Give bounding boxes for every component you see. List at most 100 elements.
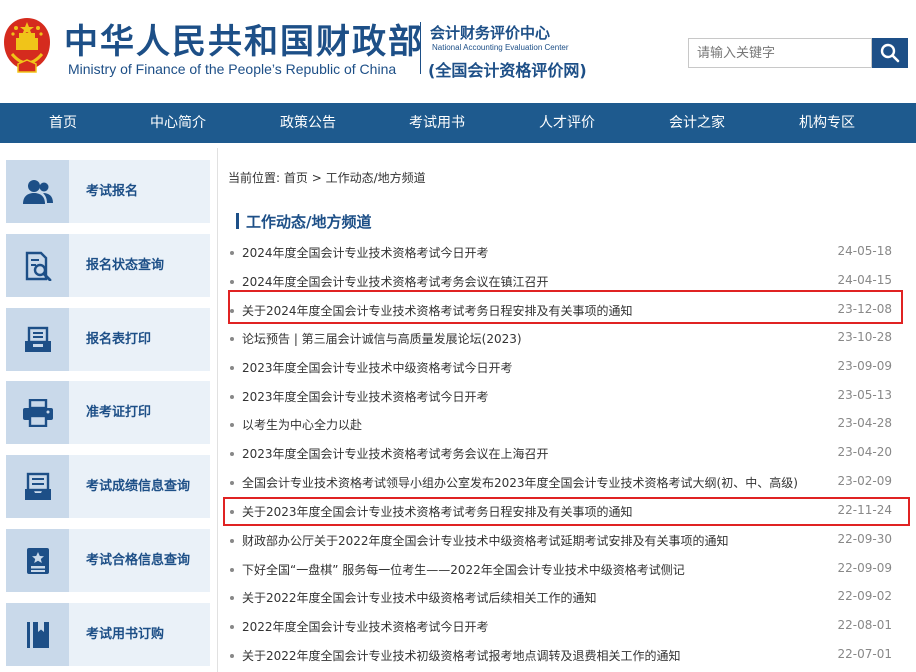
bullet-icon: [230, 452, 234, 456]
sidebar-item-form-print[interactable]: 报名表打印: [6, 308, 210, 371]
bullet-icon: [230, 481, 234, 485]
sidebar-item-label: 报名表打印: [86, 332, 152, 347]
content-divider: [217, 148, 218, 672]
breadcrumb-current[interactable]: 工作动态/地方频道: [326, 171, 426, 185]
bullet-icon: [230, 568, 234, 572]
sidebar-item-score-query[interactable]: 考试成绩信息查询: [6, 455, 210, 518]
list-item[interactable]: 2023年度全国会计专业技术资格考试考务会议在上海召开 23-04-20: [228, 439, 896, 467]
search-button[interactable]: [872, 38, 908, 68]
news-date: 22-08-01: [837, 618, 892, 632]
center-name-cn: 会计财务评价中心: [430, 24, 551, 42]
news-title-link[interactable]: 论坛预告 | 第三届会计诚信与高质量发展论坛(2023): [242, 330, 824, 347]
ministry-name-cn: 中华人民共和国财政部: [64, 22, 424, 62]
tray-icon: [6, 308, 69, 371]
list-item[interactable]: 财政部办公厅关于2022年度全国会计专业技术中级资格考试延期考试安排及有关事项的…: [228, 526, 896, 554]
bullet-icon: [230, 423, 234, 427]
printer-icon: [6, 381, 69, 444]
bullet-icon: [230, 309, 234, 313]
sidebar-item-label: 考试报名: [86, 184, 139, 199]
list-item[interactable]: 2022年度全国会计专业技术资格考试今日开考 22-08-01: [228, 612, 896, 640]
nav-item-home-of-accounting[interactable]: 会计之家: [654, 103, 740, 143]
sidebar-item-exam-registration[interactable]: 考试报名: [6, 160, 210, 223]
news-title-link[interactable]: 2023年度全国会计专业技术资格考试考务会议在上海召开: [242, 445, 824, 462]
news-date: 24-04-15: [837, 273, 892, 287]
bullet-icon: [230, 366, 234, 370]
nav-item-about[interactable]: 中心简介: [135, 103, 221, 143]
ministry-name-en: Ministry of Finance of the People’s Repu…: [68, 61, 397, 77]
news-title-link[interactable]: 2023年度全国会计专业技术资格考试今日开考: [242, 388, 824, 405]
sidebar-item-status-query[interactable]: 报名状态查询: [6, 234, 210, 297]
news-title-link[interactable]: 2024年度全国会计专业技术资格考试今日开考: [242, 244, 824, 261]
site-header: 中华人民共和国财政部 Ministry of Finance of the Pe…: [0, 0, 916, 103]
news-title-link[interactable]: 财政部办公厅关于2022年度全国会计专业技术中级资格考试延期考试安排及有关事项的…: [242, 532, 824, 549]
bullet-icon: [230, 251, 234, 255]
national-emblem-icon: [2, 14, 52, 76]
news-title-link[interactable]: 2022年度全国会计专业技术资格考试今日开考: [242, 618, 824, 635]
sidebar-item-label: 考试合格信息查询: [86, 553, 191, 568]
news-date: 22-09-30: [837, 532, 892, 546]
news-date: 23-04-20: [837, 445, 892, 459]
news-title-link[interactable]: 关于2023年度全国会计专业技术资格考试考务日程安排及有关事项的通知: [242, 503, 824, 520]
users-icon: [6, 160, 69, 223]
sidebar-item-admission-ticket-print[interactable]: 准考证打印: [6, 381, 210, 444]
news-title-link[interactable]: 2024年度全国会计专业技术资格考试考务会议在镇江召开: [242, 273, 824, 290]
bullet-icon: [230, 510, 234, 514]
news-title-link[interactable]: 关于2022年度全国会计专业技术中级资格考试后续相关工作的通知: [242, 589, 824, 606]
news-title-link[interactable]: 全国会计专业技术资格考试领导小组办公室发布2023年度全国会计专业技术资格考试大…: [242, 474, 824, 491]
center-name-en: National Accounting Evaluation Center: [432, 43, 569, 52]
news-date: 23-02-09: [837, 474, 892, 488]
news-date: 22-09-02: [837, 589, 892, 603]
nav-item-talent[interactable]: 人才评价: [524, 103, 610, 143]
sidebar-item-label: 考试用书订购: [86, 627, 165, 642]
news-date: 22-11-24: [837, 503, 892, 517]
news-title-link[interactable]: 关于2024年度全国会计专业技术资格考试考务日程安排及有关事项的通知: [242, 302, 824, 319]
search-input[interactable]: [688, 38, 872, 68]
news-date: 23-09-09: [837, 359, 892, 373]
news-title-link[interactable]: 2023年度全国会计专业技术中级资格考试今日开考: [242, 359, 824, 376]
sidebar-item-book-order[interactable]: 考试用书订购: [6, 603, 210, 666]
nav-item-policy[interactable]: 政策公告: [265, 103, 351, 143]
list-item[interactable]: 关于2024年度全国会计专业技术资格考试考务日程安排及有关事项的通知 23-12-…: [228, 296, 896, 324]
list-item[interactable]: 关于2023年度全国会计专业技术资格考试考务日程安排及有关事项的通知 22-11-…: [228, 497, 896, 525]
bullet-icon: [230, 625, 234, 629]
document-search-icon: [6, 234, 69, 297]
news-title-link[interactable]: 下好全国“一盘棋” 服务每一位考生——2022年全国会计专业技术中级资格考试侧记: [242, 561, 824, 578]
sidebar-item-qualification-query[interactable]: 考试合格信息查询: [6, 529, 210, 592]
list-item[interactable]: 关于2022年度全国会计专业技术中级资格考试后续相关工作的通知 22-09-02: [228, 583, 896, 611]
news-date: 22-07-01: [837, 647, 892, 661]
news-date: 23-05-13: [837, 388, 892, 402]
news-title-link[interactable]: 以考生为中心全力以赴: [242, 416, 824, 433]
bullet-icon: [230, 539, 234, 543]
breadcrumb: 当前位置: 首页 > 工作动态/地方频道: [228, 169, 426, 186]
section-title: 工作动态/地方频道: [236, 211, 371, 232]
list-item[interactable]: 论坛预告 | 第三届会计诚信与高质量发展论坛(2023) 23-10-28: [228, 324, 896, 352]
section-title-bar: [236, 213, 239, 229]
news-title-link[interactable]: 关于2022年度全国会计专业技术初级资格考试报考地点调转及退费相关工作的通知: [242, 647, 824, 664]
bullet-icon: [230, 280, 234, 284]
sidebar-item-label: 考试成绩信息查询: [86, 479, 191, 494]
list-item[interactable]: 以考生为中心全力以赴 23-04-28: [228, 410, 896, 438]
list-item[interactable]: 全国会计专业技术资格考试领导小组办公室发布2023年度全国会计专业技术资格考试大…: [228, 468, 896, 496]
sidebar-item-label: 报名状态查询: [86, 258, 165, 273]
nav-item-institutions[interactable]: 机构专区: [784, 103, 870, 143]
news-date: 24-05-18: [837, 244, 892, 258]
list-item[interactable]: 2024年度全国会计专业技术资格考试今日开考 24-05-18: [228, 238, 896, 266]
header-divider: [420, 22, 421, 74]
bullet-icon: [230, 395, 234, 399]
news-date: 23-10-28: [837, 330, 892, 344]
main-nav: 首页 中心简介 政策公告 考试用书 人才评价 会计之家 机构专区: [0, 103, 916, 143]
list-item[interactable]: 2023年度全国会计专业技术中级资格考试今日开考 23-09-09: [228, 353, 896, 381]
news-date: 23-12-08: [837, 302, 892, 316]
center-subtitle: (全国会计资格评价网): [428, 61, 587, 80]
list-item[interactable]: 2024年度全国会计专业技术资格考试考务会议在镇江召开 24-04-15: [228, 267, 896, 295]
section-title-text: 工作动态/地方频道: [246, 213, 372, 231]
nav-item-books[interactable]: 考试用书: [394, 103, 480, 143]
list-item[interactable]: 2023年度全国会计专业技术资格考试今日开考 23-05-13: [228, 382, 896, 410]
bullet-icon: [230, 337, 234, 341]
list-item[interactable]: 关于2022年度全国会计专业技术初级资格考试报考地点调转及退费相关工作的通知 22…: [228, 641, 896, 669]
search-icon: [880, 43, 900, 63]
breadcrumb-prefix: 当前位置:: [228, 171, 281, 185]
breadcrumb-home-link[interactable]: 首页: [284, 171, 308, 185]
list-item[interactable]: 下好全国“一盘棋” 服务每一位考生——2022年全国会计专业技术中级资格考试侧记…: [228, 555, 896, 583]
nav-item-home[interactable]: 首页: [20, 103, 106, 143]
